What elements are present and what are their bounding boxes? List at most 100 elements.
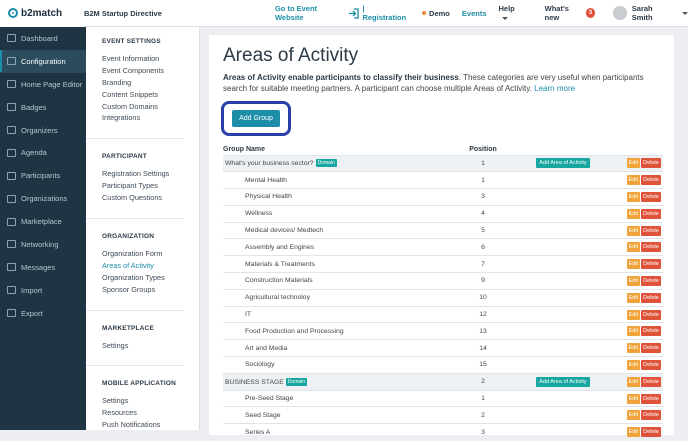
subnav-link-settings[interactable]: Settings: [102, 340, 199, 352]
sidebar-item-organizers[interactable]: Organizers: [0, 119, 86, 142]
delete-button[interactable]: Delete: [641, 175, 661, 186]
sidebar-item-networking[interactable]: Networking: [0, 233, 86, 256]
whats-new-button[interactable]: What's new 3: [545, 4, 596, 22]
whats-new-label: What's new: [544, 4, 569, 22]
delete-button[interactable]: Delete: [641, 208, 661, 219]
row-add-cell: [513, 339, 613, 357]
sidebar-item-badges[interactable]: Badges: [0, 96, 86, 119]
subnav-link-integrations[interactable]: Integrations: [102, 112, 199, 124]
col-add: [513, 144, 613, 155]
edit-button[interactable]: Edit: [626, 259, 641, 270]
subnav-link-resources[interactable]: Resources: [102, 407, 199, 419]
subnav-link-content-snippets[interactable]: Content Snippets: [102, 89, 199, 101]
row-add-cell: [513, 288, 613, 307]
edit-button[interactable]: Edit: [626, 427, 641, 438]
sidebar-item-marketplace[interactable]: Marketplace: [0, 210, 86, 233]
table-row: Seed Stage 2 Edit Delete: [223, 406, 663, 424]
sidebar-item-home-page-editor[interactable]: Home Page Editor: [0, 73, 86, 96]
edit-button[interactable]: Edit: [626, 175, 641, 186]
edit-button[interactable]: Edit: [626, 309, 641, 320]
delete-button[interactable]: Delete: [641, 309, 661, 320]
sidebar-item-label: Badges: [21, 102, 47, 112]
sidebar-item-messages[interactable]: Messages: [0, 256, 86, 279]
edit-button[interactable]: Edit: [626, 393, 641, 404]
registration-link[interactable]: | Registration: [362, 4, 408, 22]
sidebar-item-import[interactable]: Import: [0, 279, 86, 302]
delete-button[interactable]: Delete: [641, 359, 661, 370]
delete-button[interactable]: Delete: [641, 393, 661, 404]
edit-button[interactable]: Edit: [626, 359, 641, 370]
subnav-link-event-information[interactable]: Event Information: [102, 53, 199, 65]
sidebar-item-configuration[interactable]: Configuration: [0, 49, 86, 73]
go-to-event-link[interactable]: Go to Event Website: [275, 4, 345, 22]
subnav-link-event-components[interactable]: Event Components: [102, 65, 199, 77]
edit-button[interactable]: Edit: [626, 208, 641, 219]
demo-link[interactable]: Demo: [429, 9, 450, 18]
network-icon: [7, 240, 16, 249]
edit-button[interactable]: Edit: [626, 225, 641, 236]
delete-button[interactable]: Delete: [641, 292, 661, 303]
edit-button[interactable]: Edit: [626, 376, 641, 387]
delete-button[interactable]: Delete: [641, 242, 661, 253]
row-position: 13: [453, 322, 513, 340]
intro-bold: Areas of Activity enable participants to…: [223, 73, 459, 82]
table-row: Construction Materials 9 Edit Delete: [223, 272, 663, 290]
row-actions: Edit Delete: [613, 288, 663, 307]
delete-button[interactable]: Delete: [641, 158, 661, 169]
edit-button[interactable]: Edit: [626, 275, 641, 286]
subnav-link-custom-questions[interactable]: Custom Questions: [102, 192, 199, 204]
subnav-link-organization-types[interactable]: Organization Types: [102, 272, 199, 284]
page-icon: [7, 80, 16, 89]
delete-button[interactable]: Delete: [641, 191, 661, 202]
row-position: 3: [453, 423, 513, 441]
sidebar-item-dashboard[interactable]: Dashboard: [0, 27, 86, 50]
sidebar-item-agenda[interactable]: Agenda: [0, 141, 86, 164]
edit-button[interactable]: Edit: [626, 326, 641, 337]
edit-button[interactable]: Edit: [626, 343, 641, 354]
sidebar-item-export[interactable]: Export: [0, 302, 86, 325]
row-actions: Edit Delete: [613, 356, 663, 374]
edit-button[interactable]: Edit: [626, 191, 641, 202]
row-position: 1: [453, 154, 513, 172]
delete-button[interactable]: Delete: [641, 275, 661, 286]
row-name-cell: Agricultural technoloy: [223, 288, 453, 307]
delete-button[interactable]: Delete: [641, 376, 661, 387]
subnav-link-branding[interactable]: Branding: [102, 77, 199, 89]
subnav-link-sponsor-groups[interactable]: Sponsor Groups: [102, 284, 199, 296]
subnav-link-organization-form[interactable]: Organization Form: [102, 248, 199, 260]
row-name-cell: Materials & Treatments: [223, 255, 453, 273]
subnav-link-areas-of-activity[interactable]: Areas of Activity: [102, 260, 199, 272]
delete-button[interactable]: Delete: [641, 259, 661, 270]
add-area-button[interactable]: Add Area of Activity: [536, 158, 590, 169]
edit-button[interactable]: Edit: [626, 158, 641, 169]
subnav-link-custom-domains[interactable]: Custom Domains: [102, 101, 199, 113]
delete-button[interactable]: Delete: [641, 410, 661, 421]
add-group-button[interactable]: Add Group: [232, 110, 280, 127]
delete-button[interactable]: Delete: [641, 225, 661, 236]
brand[interactable]: b2match: [0, 0, 84, 27]
row-position: 14: [453, 339, 513, 357]
subnav-link-registration-settings[interactable]: Registration Settings: [102, 168, 199, 180]
sidebar-item-organizations[interactable]: Organizations: [0, 187, 86, 210]
add-group-highlight: Add Group: [221, 101, 291, 136]
edit-button[interactable]: Edit: [626, 242, 641, 253]
row-actions: Edit Delete: [613, 154, 663, 172]
user-menu[interactable]: Sarah Smith: [613, 4, 688, 22]
learn-more-link[interactable]: Learn more: [534, 84, 575, 93]
event-title: B2M Startup Directive: [83, 8, 162, 18]
table-row: Physical Health 3 Edit Delete: [223, 188, 663, 206]
subnav-link-push-notifications[interactable]: Push Notifications: [102, 419, 199, 431]
edit-button[interactable]: Edit: [626, 292, 641, 303]
delete-button[interactable]: Delete: [641, 343, 661, 354]
help-menu[interactable]: Help: [499, 4, 523, 22]
delete-button[interactable]: Delete: [641, 427, 661, 438]
row-position: 3: [453, 188, 513, 206]
sidebar-item-participants[interactable]: Participants: [0, 164, 86, 187]
subnav-link-settings[interactable]: Settings: [102, 395, 199, 407]
add-area-button[interactable]: Add Area of Activity: [536, 376, 590, 387]
edit-button[interactable]: Edit: [626, 410, 641, 421]
delete-button[interactable]: Delete: [641, 326, 661, 337]
subnav-link-participant-types[interactable]: Participant Types: [102, 180, 199, 192]
row-add-cell: [513, 204, 613, 223]
events-link[interactable]: Events: [462, 9, 487, 18]
